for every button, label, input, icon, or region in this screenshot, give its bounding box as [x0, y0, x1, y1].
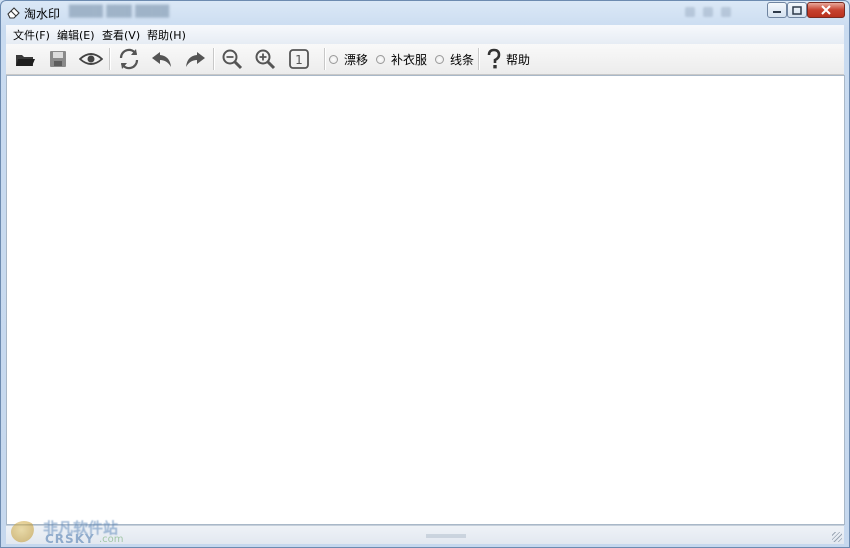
redo-icon	[186, 52, 205, 67]
zoom-out-button[interactable]	[219, 47, 245, 71]
save-icon	[50, 51, 66, 67]
refresh-button[interactable]	[116, 47, 142, 71]
mode-drift-option[interactable]: 漂移	[329, 51, 368, 68]
window-subtitle-blurred: ████ ███ ████	[69, 5, 170, 18]
minimize-icon	[773, 11, 781, 13]
actual-size-icon: 1	[289, 49, 309, 69]
toolbar-separator	[109, 48, 110, 70]
help-label: 帮助	[506, 52, 531, 67]
preview-button[interactable]	[78, 47, 104, 71]
app-window: 淘水印 ████ ███ ████ 文件(F) 编辑(E) 查看(V) 帮助(H…	[0, 0, 850, 548]
watermark-logo-icon	[11, 521, 37, 543]
window-title: 淘水印	[24, 7, 61, 21]
undo-icon	[152, 52, 171, 67]
toolbar-separator	[213, 48, 214, 70]
menu-view[interactable]: 查看(V)	[102, 27, 140, 43]
maximize-button[interactable]	[787, 2, 807, 18]
site-watermark: 非凡软件站 CRSKY .com	[7, 517, 137, 547]
actual-size-button[interactable]: 1	[286, 47, 312, 71]
undo-button[interactable]	[149, 47, 175, 71]
redo-button[interactable]	[182, 47, 208, 71]
image-canvas[interactable]	[6, 75, 845, 525]
menu-help[interactable]: 帮助(H)	[147, 27, 186, 43]
save-button[interactable]	[45, 47, 71, 71]
watermark-domain: .com	[99, 534, 124, 545]
toolbar-separator	[478, 48, 479, 70]
mode-patch-label: 补衣服	[391, 53, 428, 67]
title-bar-faint-icons	[685, 6, 755, 18]
mode-line-option[interactable]: 线条	[435, 51, 474, 68]
help-button[interactable]: 帮助	[486, 47, 530, 71]
zoom-in-button[interactable]	[252, 47, 278, 71]
radio-button[interactable]	[329, 55, 338, 64]
minimize-button[interactable]	[767, 2, 787, 18]
mode-drift-label: 漂移	[344, 53, 369, 67]
refresh-icon	[119, 48, 139, 70]
zoom-out-icon	[222, 49, 243, 70]
eye-icon	[79, 53, 103, 65]
menu-edit[interactable]: 编辑(E)	[57, 27, 95, 43]
toolbar-separator	[324, 48, 325, 70]
menu-file[interactable]: 文件(F)	[13, 27, 50, 43]
watermark-en: CRSKY	[45, 532, 95, 546]
open-button[interactable]	[12, 47, 38, 71]
title-bar[interactable]: 淘水印 ████ ███ ████	[1, 1, 849, 23]
question-icon	[487, 48, 501, 69]
close-button[interactable]	[807, 2, 845, 18]
status-indicator	[426, 534, 466, 538]
zoom-in-icon	[255, 49, 276, 70]
open-folder-icon	[16, 55, 35, 66]
mode-line-label: 线条	[450, 53, 475, 67]
toolbar: 1 漂移 补衣服 线条 帮助	[6, 44, 844, 75]
close-icon	[821, 5, 831, 15]
radio-button[interactable]	[435, 55, 444, 64]
resize-grip-icon[interactable]	[832, 532, 842, 542]
maximize-icon	[792, 5, 802, 15]
eraser-app-icon	[7, 7, 20, 19]
menu-bar: 文件(F) 编辑(E) 查看(V) 帮助(H)	[6, 25, 844, 44]
radio-button[interactable]	[376, 55, 385, 64]
actual-size-text: 1	[295, 53, 303, 67]
mode-patch-option[interactable]: 补衣服	[376, 51, 427, 68]
